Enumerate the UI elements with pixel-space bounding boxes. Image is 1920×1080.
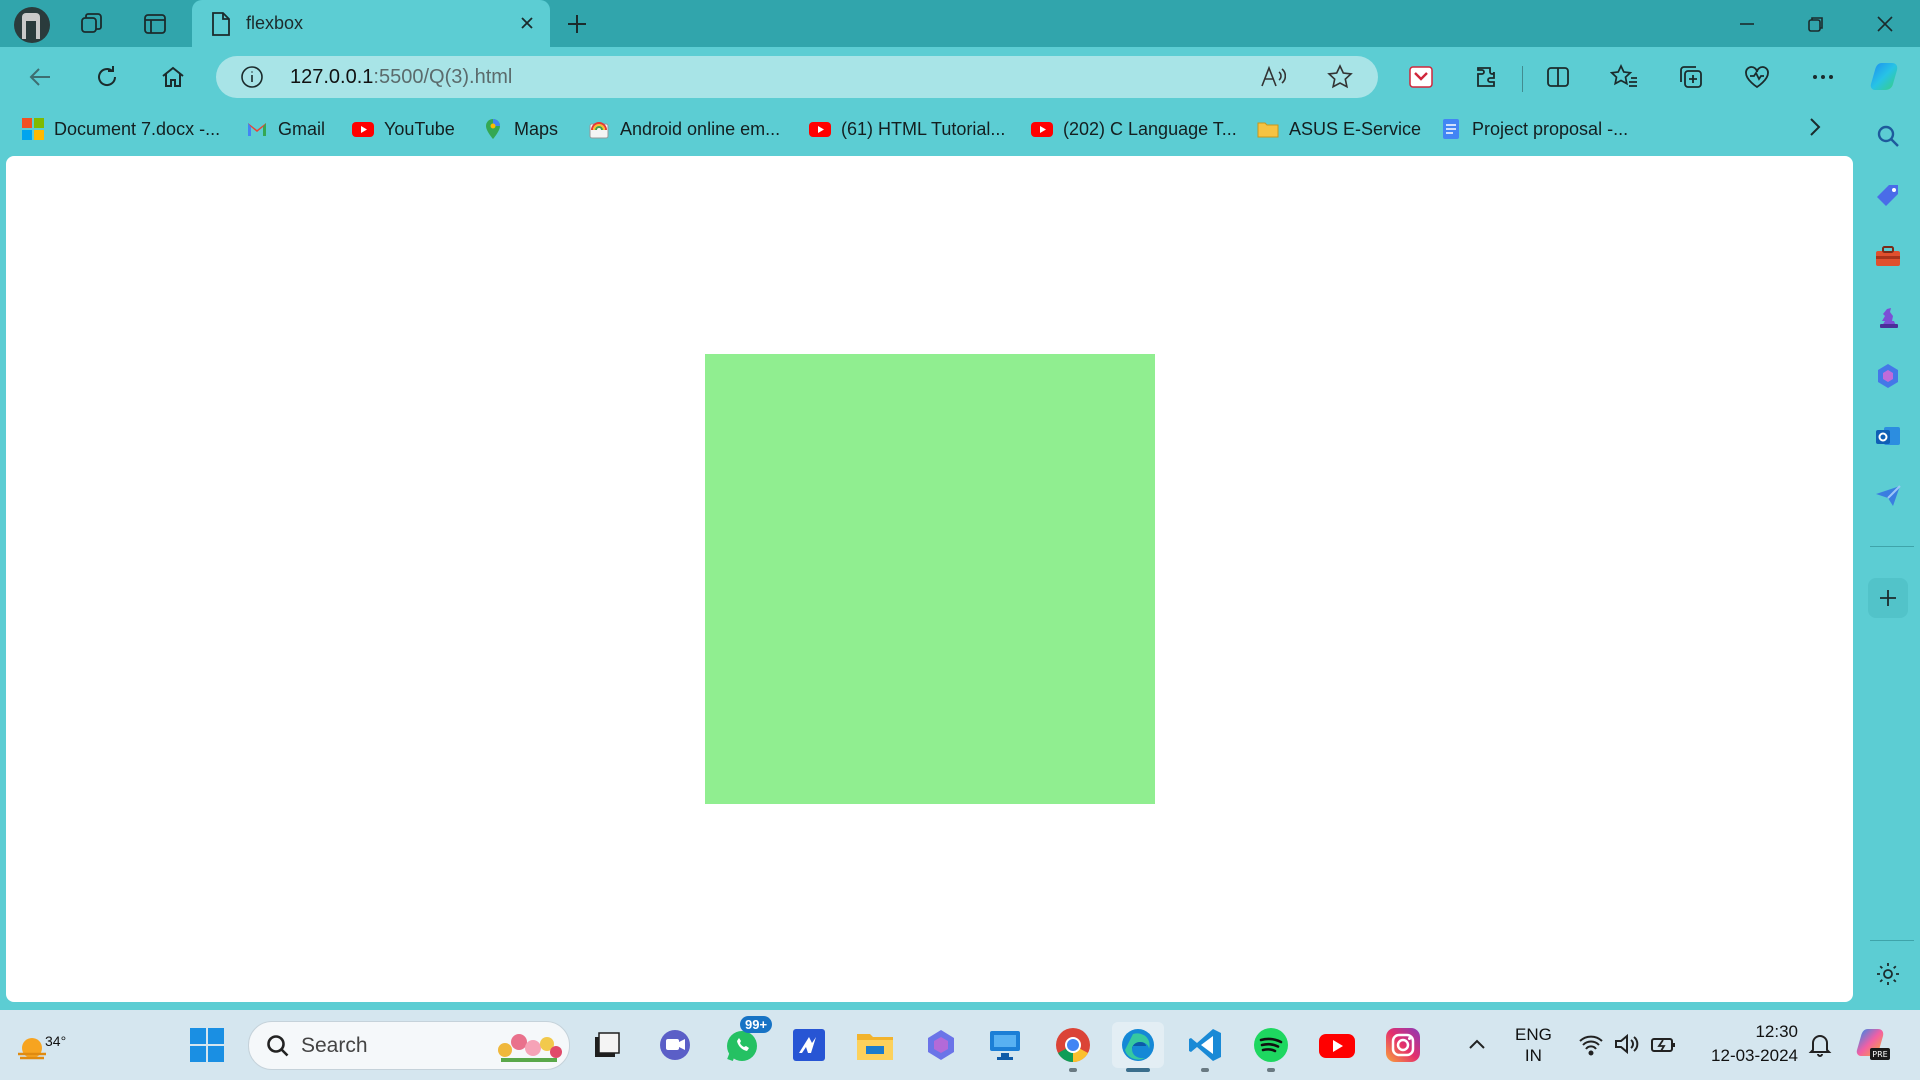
- edge-icon[interactable]: [1112, 1022, 1164, 1072]
- battery-charging-icon[interactable]: [1650, 1032, 1678, 1061]
- youtube-icon: [809, 118, 831, 140]
- maps-icon: [482, 118, 504, 140]
- task-view-icon[interactable]: [584, 1022, 630, 1068]
- copilot-app-icon[interactable]: [918, 1022, 964, 1068]
- youtube-app-icon[interactable]: [1314, 1022, 1360, 1068]
- green-flex-box: [705, 354, 1155, 804]
- running-indicator: [1069, 1068, 1077, 1072]
- microsoft-365-icon[interactable]: [1872, 360, 1904, 392]
- favorite-star-icon[interactable]: [1327, 64, 1353, 95]
- docs-icon: [1440, 118, 1462, 140]
- shopping-tag-icon[interactable]: [1872, 180, 1904, 212]
- vertical-tabs-icon[interactable]: [139, 8, 171, 40]
- edge-sidebar: [1856, 106, 1920, 1006]
- new-tab-icon[interactable]: [561, 8, 593, 40]
- toolbar: 127.0.0.1:5500/Q(3).html: [0, 47, 1920, 106]
- file-explorer-icon[interactable]: [852, 1022, 898, 1068]
- bookmark-project-proposal[interactable]: Project proposal -...: [1440, 116, 1628, 142]
- search-highlight-flowers-icon: [493, 1026, 565, 1069]
- read-aloud-icon[interactable]: [1260, 65, 1287, 94]
- games-chess-icon[interactable]: [1872, 300, 1904, 332]
- page-icon: [210, 11, 232, 42]
- meet-chat-icon[interactable]: [652, 1022, 698, 1068]
- taskbar: 34° Search 99+ ENG IN 12:30 12-03-2024 P…: [0, 1010, 1920, 1080]
- chrome-icon[interactable]: [1050, 1022, 1096, 1072]
- address-text: 127.0.0.1:5500/Q(3).html: [290, 66, 513, 88]
- bookmarks-bar: Document 7.docx -... Gmail YouTube Maps …: [0, 110, 1850, 148]
- volume-icon[interactable]: [1614, 1032, 1640, 1061]
- browser-essentials-icon[interactable]: [1740, 60, 1774, 94]
- running-indicator: [1267, 1068, 1275, 1072]
- collections-icon[interactable]: [1674, 60, 1708, 94]
- add-sidebar-app-icon[interactable]: [1868, 578, 1908, 618]
- favorites-icon[interactable]: [1607, 60, 1641, 94]
- sidebar-divider: [1870, 546, 1914, 547]
- refresh-icon[interactable]: [90, 60, 124, 94]
- whatsapp-icon[interactable]: 99+: [720, 1016, 773, 1068]
- tab-flexbox[interactable]: flexbox: [192, 0, 550, 47]
- bookmark-youtube[interactable]: YouTube: [352, 116, 455, 142]
- instagram-icon[interactable]: [1380, 1022, 1426, 1068]
- sidebar-divider: [1870, 940, 1914, 941]
- toolbar-divider: [1522, 66, 1523, 92]
- search-placeholder: Search: [301, 1034, 368, 1057]
- android-icon: [588, 118, 610, 140]
- bookmark-html-tutorial[interactable]: (61) HTML Tutorial...: [809, 116, 1005, 142]
- site-info-icon[interactable]: [240, 65, 264, 94]
- taskbar-search-box[interactable]: Search: [248, 1021, 570, 1070]
- page-viewport: [6, 156, 1853, 1002]
- clock[interactable]: 12:30 12-03-2024: [1698, 1020, 1798, 1068]
- send-plane-icon[interactable]: [1872, 480, 1904, 512]
- input-language[interactable]: ENG IN: [1515, 1024, 1552, 1066]
- split-screen-icon[interactable]: [1541, 60, 1575, 94]
- bookmarks-overflow-icon[interactable]: [1804, 114, 1826, 140]
- weather-temperature: 34°: [45, 1033, 67, 1049]
- close-window-icon[interactable]: [1852, 0, 1918, 47]
- vscode-icon[interactable]: [1182, 1022, 1228, 1072]
- search-magnifier-icon: [265, 1033, 291, 1064]
- youtube-icon: [1031, 118, 1053, 140]
- bookmark-document[interactable]: Document 7.docx -...: [22, 116, 220, 142]
- back-icon[interactable]: [24, 60, 58, 94]
- restore-icon[interactable]: [1783, 0, 1849, 47]
- svg-text:PRE: PRE: [1872, 1050, 1887, 1059]
- running-indicator: [1201, 1068, 1209, 1072]
- weather-widget[interactable]: 34°: [12, 1024, 66, 1064]
- youtube-icon: [352, 118, 374, 140]
- search-icon[interactable]: [1872, 120, 1904, 152]
- minimize-icon[interactable]: [1714, 0, 1780, 47]
- whatsapp-unread-badge: 99+: [740, 1016, 773, 1033]
- spotify-icon[interactable]: [1248, 1022, 1294, 1072]
- tab-title: flexbox: [246, 13, 304, 33]
- extension-pocket-icon[interactable]: [1404, 60, 1438, 94]
- profile-avatar[interactable]: [14, 7, 50, 43]
- bookmark-android-emulator[interactable]: Android online em...: [588, 116, 780, 142]
- address-bar[interactable]: 127.0.0.1:5500/Q(3).html: [216, 56, 1378, 98]
- bookmark-asus-eservice[interactable]: ASUS E-Service: [1257, 116, 1421, 142]
- show-hidden-icons-chevron-icon[interactable]: [1466, 1034, 1488, 1061]
- copilot-icon[interactable]: [1867, 57, 1907, 97]
- tools-briefcase-icon[interactable]: [1872, 240, 1904, 272]
- notifications-bell-icon[interactable]: [1808, 1032, 1832, 1063]
- home-icon[interactable]: [156, 60, 190, 94]
- gmail-icon: [246, 118, 268, 140]
- bookmark-maps[interactable]: Maps: [482, 116, 558, 142]
- microsoft-icon: [22, 118, 44, 140]
- bookmark-gmail[interactable]: Gmail: [246, 116, 325, 142]
- active-app-indicator: [1126, 1068, 1150, 1072]
- folder-icon: [1257, 118, 1279, 140]
- copilot-preview-icon[interactable]: PRE: [1852, 1024, 1892, 1069]
- wifi-icon[interactable]: [1578, 1032, 1604, 1061]
- remote-desktop-icon[interactable]: [982, 1022, 1028, 1068]
- title-bar: flexbox: [0, 0, 1920, 47]
- extensions-icon[interactable]: [1470, 60, 1504, 94]
- outlook-icon[interactable]: [1872, 420, 1904, 452]
- sidebar-settings-gear-icon[interactable]: [1872, 958, 1904, 990]
- workspaces-icon[interactable]: [76, 8, 108, 40]
- start-windows-icon[interactable]: [184, 1022, 230, 1068]
- more-menu-icon[interactable]: [1806, 60, 1840, 94]
- edit-tool-icon[interactable]: [786, 1022, 832, 1068]
- close-tab-icon[interactable]: [514, 10, 540, 36]
- bookmark-c-language[interactable]: (202) C Language T...: [1031, 116, 1237, 142]
